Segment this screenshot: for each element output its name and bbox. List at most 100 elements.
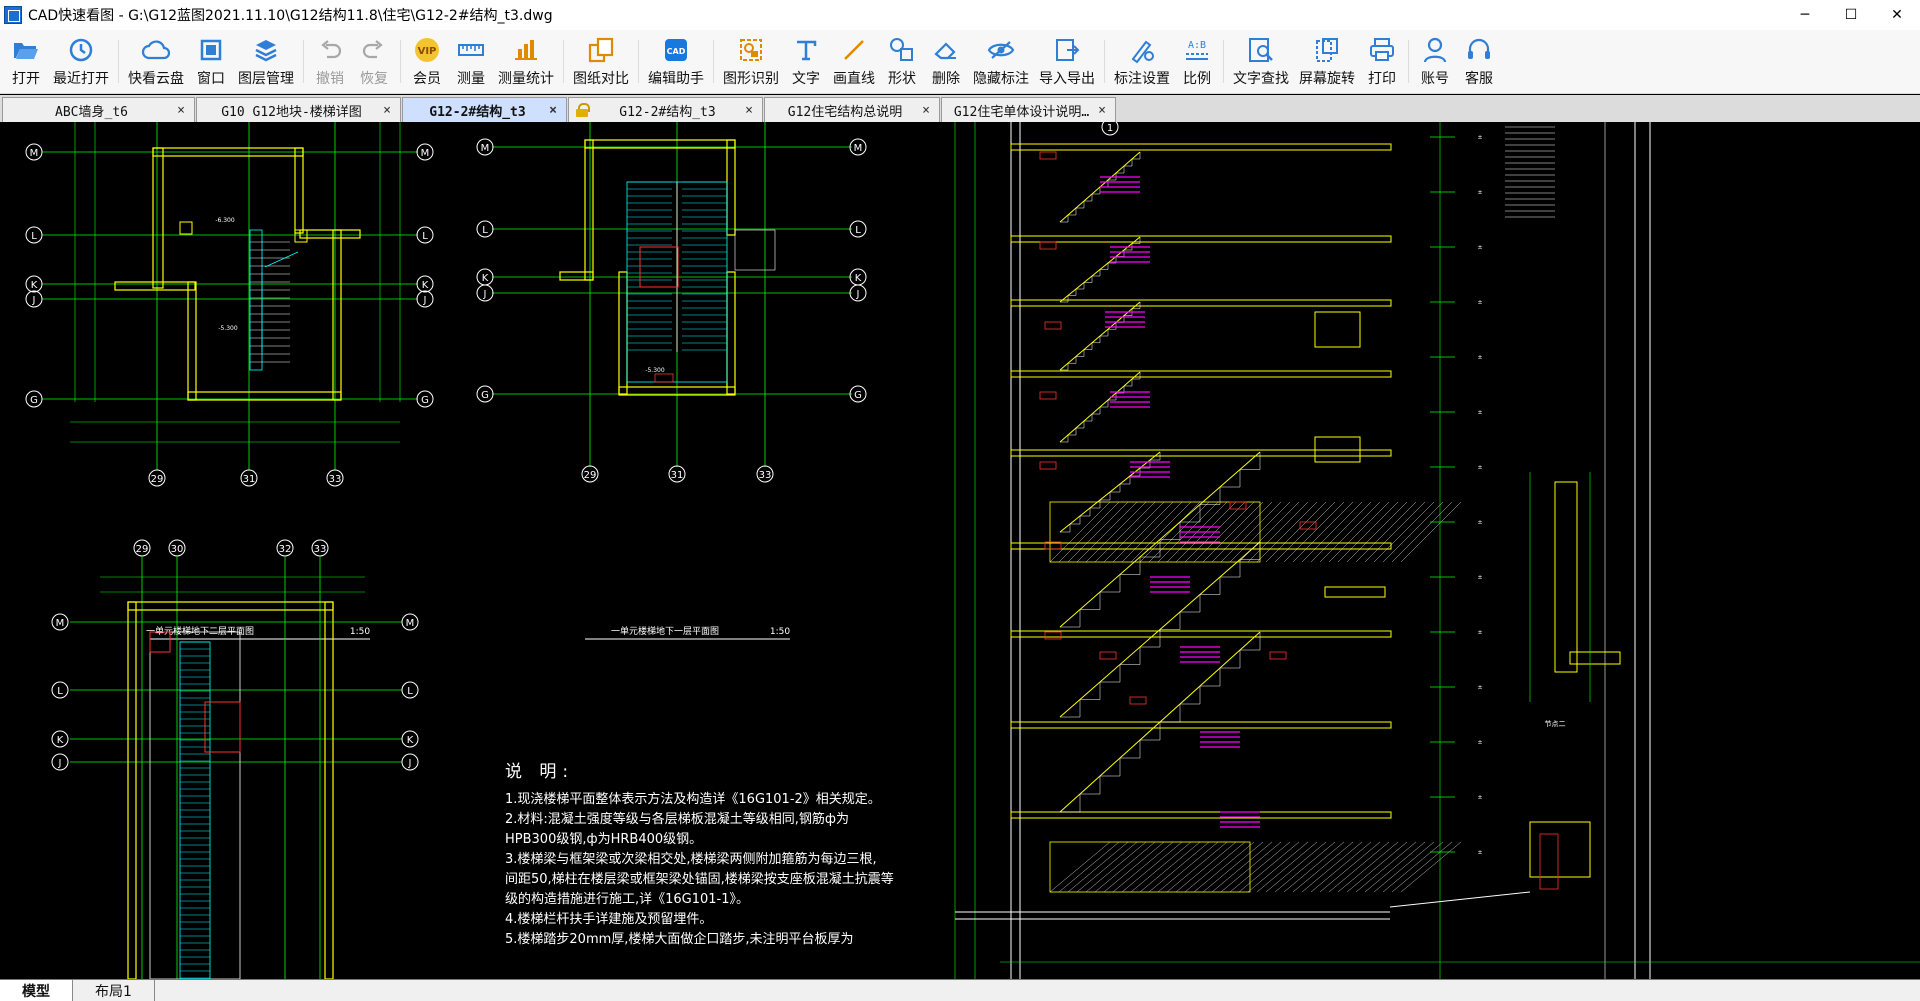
tab-close-icon[interactable]: ×	[919, 103, 933, 118]
hatch	[1193, 841, 1255, 893]
wall	[127, 601, 137, 979]
toolbar-button-ruler[interactable]: 测量	[449, 30, 493, 93]
hatch	[1220, 841, 1282, 893]
document-tab[interactable]: G12住宅单体设计说明… ×	[941, 97, 1116, 122]
floor-slab	[1010, 370, 1392, 378]
axis-bubble-row-label: G	[421, 395, 429, 406]
tab-close-icon[interactable]: ×	[174, 103, 188, 118]
document-tab[interactable]: G10 G12地块-楼梯详图 ×	[196, 97, 401, 122]
toolbar-label: 图层管理	[238, 71, 294, 87]
tag-box	[1039, 391, 1057, 400]
toolbar-button-cloud[interactable]: 快看云盘	[123, 30, 189, 93]
toolbar-label: 测量统计	[498, 71, 554, 87]
toolbar-button-measure-stats[interactable]: 测量统计	[493, 30, 559, 93]
toolbar-button-headset[interactable]: 客服	[1457, 30, 1501, 93]
toolbar-button-line[interactable]: 画直线	[828, 30, 880, 93]
axis-bubble-row-label: G	[481, 390, 489, 401]
toolbar-button-eraser[interactable]: 删除	[924, 30, 968, 93]
toolbar-label: 账号	[1421, 71, 1449, 87]
tag-box	[654, 373, 674, 383]
hatch	[1175, 841, 1237, 893]
tag-box	[1039, 461, 1057, 470]
opening	[734, 229, 776, 271]
tab-close-icon[interactable]: ×	[546, 103, 560, 118]
axis-bubble-col-label: 30	[171, 544, 184, 555]
axis-bubble-row-label: L	[855, 225, 861, 236]
hatch	[1274, 501, 1336, 563]
toolbar-button-window[interactable]: 窗口	[189, 30, 233, 93]
axis-bubble-col-label: 29	[584, 470, 597, 481]
toolbar-button-edit-assistant[interactable]: CAD 编辑助手	[643, 30, 709, 93]
axis-bubble-row-label: M	[56, 618, 65, 629]
tab-close-icon[interactable]: ×	[380, 103, 394, 118]
hatch	[1382, 501, 1444, 563]
wall	[618, 271, 628, 395]
document-tab[interactable]: ABC墙身_t6 ×	[2, 97, 195, 122]
hatch	[1220, 501, 1282, 563]
toolbar-button-shape[interactable]: 形状	[880, 30, 924, 93]
hatch	[1373, 841, 1435, 893]
toolbar-button-eye-hide[interactable]: 隐藏标注	[968, 30, 1034, 93]
note-line: HPB300级钢,ф为HRB400级钢。	[505, 832, 703, 847]
toolbar-button-rotate-screen[interactable]: 屏幕旋转	[1294, 30, 1360, 93]
layout-tab-model[interactable]: 模型	[0, 980, 73, 1001]
hatch	[1166, 841, 1228, 893]
minimize-button[interactable]: ─	[1782, 0, 1828, 30]
hatch	[1364, 501, 1426, 563]
toolbar-button-import-export[interactable]: 导入导出	[1034, 30, 1100, 93]
detail-caption: 节点二	[1545, 720, 1566, 728]
hatch	[1076, 841, 1138, 893]
note-line: 级的构造措施进行施工,详《16G101-1》。	[505, 892, 750, 907]
toolbar-button-text-search[interactable]: 文字查找	[1228, 30, 1294, 93]
toolbar-button-shape-recognize[interactable]: 图形识别	[718, 30, 784, 93]
toolbar-button-user[interactable]: 账号	[1413, 30, 1457, 93]
document-tab[interactable]: G12住宅结构总说明 ×	[764, 97, 940, 122]
plan2-scale: 1:50	[770, 627, 790, 637]
toolbar-button-folder-open[interactable]: 打开	[4, 30, 48, 93]
toolbar-button-vip[interactable]: VIP 会员	[405, 30, 449, 93]
level-mark: ±	[1477, 244, 1482, 251]
toolbar-button-scale[interactable]: A:B 比例	[1175, 30, 1219, 93]
wall	[324, 601, 334, 979]
tab-close-icon[interactable]: ×	[1095, 103, 1109, 118]
toolbar-label: 恢复	[360, 71, 388, 87]
toolbar-button-annotation-settings[interactable]: 标注设置	[1109, 30, 1175, 93]
toolbar-button-layers[interactable]: 图层管理	[233, 30, 299, 93]
hatch	[1391, 841, 1453, 893]
wall	[584, 139, 594, 281]
axis-bubble-row-label: K	[31, 280, 38, 291]
note-line: 3.楼梯梁与框架梁或次梁相交处,楼梯梁两侧附加箍筋为每边三根,	[505, 852, 877, 867]
hatch	[1283, 501, 1345, 563]
toolbar-button-redo[interactable]: 恢复	[352, 30, 396, 93]
hatch	[1364, 841, 1426, 893]
cad-drawing-canvas[interactable]: M M L L K K J J G G 29 31 33 -6.300 -5.300 一单元楼梯地下二层平面图…	[0, 122, 1920, 979]
toolbar-button-compare[interactable]: 图纸对比	[568, 30, 634, 93]
layout-tab-layout1[interactable]: 布局1	[73, 980, 155, 1001]
close-button[interactable]: ✕	[1874, 0, 1920, 30]
document-tab[interactable]: G12-2#结构_t3 ×	[568, 97, 763, 122]
hatch	[1301, 501, 1363, 563]
hatch	[1355, 501, 1417, 563]
section-bubble-label: 1	[1107, 123, 1113, 134]
wall	[114, 281, 196, 291]
axis-bubble-row-label: J	[58, 758, 62, 769]
tab-close-icon[interactable]: ×	[742, 103, 756, 118]
hatch	[1292, 841, 1354, 893]
wall	[559, 271, 594, 281]
axis-bubble-col-label: 29	[151, 474, 164, 485]
toolbar-label: 标注设置	[1114, 71, 1170, 87]
toolbar-button-print[interactable]: 打印	[1360, 30, 1404, 93]
toolbar-label: 测量	[457, 71, 485, 87]
maximize-button[interactable]: ☐	[1828, 0, 1874, 30]
wall	[127, 601, 334, 611]
document-tab[interactable]: G12-2#结构_t3 ×	[402, 97, 567, 122]
hatch	[1067, 841, 1129, 893]
level-mark: ±	[1477, 574, 1482, 581]
toolbar-button-clock[interactable]: 最近打开	[48, 30, 114, 93]
wall	[726, 271, 736, 395]
elevation-label: -6.300	[215, 217, 235, 224]
toolbar-button-undo[interactable]: 撤销	[308, 30, 352, 93]
level-mark: ±	[1477, 684, 1482, 691]
toolbar-button-text[interactable]: 文字	[784, 30, 828, 93]
floor-slab	[1010, 449, 1392, 457]
